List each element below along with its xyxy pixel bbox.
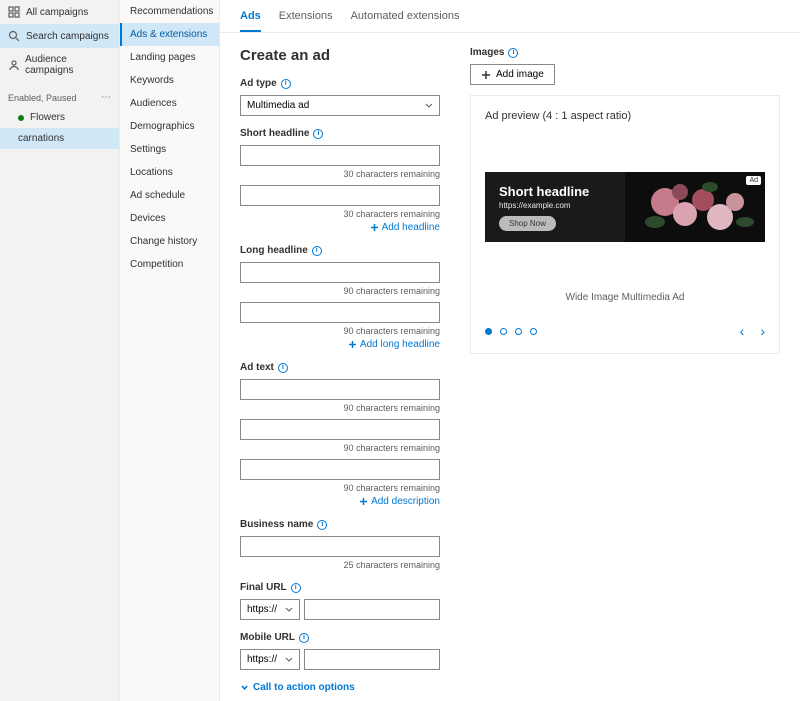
char-remaining: 90 characters remaining xyxy=(240,286,440,296)
preview-caption: Wide Image Multimedia Ad xyxy=(485,292,765,303)
search-icon xyxy=(8,30,20,42)
campaign-flowers[interactable]: Flowers xyxy=(0,107,119,128)
ad-text-label: Ad text xyxy=(240,362,274,373)
mobile-url-input[interactable] xyxy=(304,649,440,670)
business-name-input[interactable] xyxy=(240,536,440,557)
ad-text-input-2[interactable] xyxy=(240,419,440,440)
nav2-change-history[interactable]: Change history xyxy=(120,230,219,253)
nav2-recommendations[interactable]: Recommendations xyxy=(120,0,219,23)
ad-preview-box: Ad preview (4 : 1 aspect ratio) Short he… xyxy=(470,95,780,354)
chevron-down-icon xyxy=(240,683,249,692)
adgroup-label: carnations xyxy=(18,133,64,144)
more-icon[interactable]: ⋯ xyxy=(101,92,111,103)
long-headline-label: Long headline xyxy=(240,245,308,256)
char-remaining: 90 characters remaining xyxy=(240,443,440,453)
add-long-headline-link[interactable]: Add long headline xyxy=(240,339,440,350)
mobile-url-label: Mobile URL xyxy=(240,632,295,643)
nav2-locations[interactable]: Locations xyxy=(120,161,219,184)
plus-icon xyxy=(348,340,357,349)
nav2-competition[interactable]: Competition xyxy=(120,253,219,276)
nav2-demographics[interactable]: Demographics xyxy=(120,115,219,138)
images-label: Images xyxy=(470,47,504,58)
grid-icon xyxy=(8,6,20,18)
short-headline-input-1[interactable] xyxy=(240,145,440,166)
info-icon[interactable]: i xyxy=(281,79,291,89)
long-headline-input-2[interactable] xyxy=(240,302,440,323)
short-headline-label: Short headline xyxy=(240,128,309,139)
char-remaining: 30 characters remaining xyxy=(240,209,440,219)
preview-cta-button: Shop Now xyxy=(499,216,556,231)
audience-icon xyxy=(8,59,19,71)
plus-icon xyxy=(359,497,368,506)
add-image-button[interactable]: Add image xyxy=(470,64,555,85)
flower-image xyxy=(625,172,765,242)
nav2-landing-pages[interactable]: Landing pages xyxy=(120,46,219,69)
business-name-label: Business name xyxy=(240,519,313,530)
add-description-link[interactable]: Add description xyxy=(240,496,440,507)
preview-headline: Short headline xyxy=(499,184,589,199)
tab-automated-extensions[interactable]: Automated extensions xyxy=(351,10,460,32)
protocol-select[interactable]: https:// xyxy=(240,649,300,670)
plus-icon xyxy=(370,223,379,232)
info-icon[interactable]: i xyxy=(291,583,301,593)
status-enabled-icon xyxy=(18,115,24,121)
pager-dots[interactable] xyxy=(485,328,537,335)
nav-label: All campaigns xyxy=(26,7,88,18)
nav2-settings[interactable]: Settings xyxy=(120,138,219,161)
final-url-input[interactable] xyxy=(304,599,440,620)
pager-dot[interactable] xyxy=(515,328,522,335)
nav2-audiences[interactable]: Audiences xyxy=(120,92,219,115)
char-remaining: 90 characters remaining xyxy=(240,326,440,336)
pager-dot[interactable] xyxy=(500,328,507,335)
ad-text-input-3[interactable] xyxy=(240,459,440,480)
prev-button[interactable]: ‹ xyxy=(740,323,745,339)
info-icon[interactable]: i xyxy=(508,48,518,58)
add-headline-link[interactable]: Add headline xyxy=(240,222,440,233)
nav-label: Audience campaigns xyxy=(25,54,111,76)
nav-search-campaigns[interactable]: Search campaigns xyxy=(0,24,119,48)
short-headline-input-2[interactable] xyxy=(240,185,440,206)
ad-type-select[interactable]: Multimedia ad xyxy=(240,95,440,116)
cta-options-toggle[interactable]: Call to action options xyxy=(240,682,440,693)
info-icon[interactable]: i xyxy=(312,246,322,256)
nav-label: Search campaigns xyxy=(26,31,109,42)
plus-icon xyxy=(481,70,491,80)
next-button[interactable]: › xyxy=(760,323,765,339)
pager-dot[interactable] xyxy=(530,328,537,335)
info-icon[interactable]: i xyxy=(278,363,288,373)
ad-text-input-1[interactable] xyxy=(240,379,440,400)
info-icon[interactable]: i xyxy=(317,520,327,530)
preview-url: https://example.com xyxy=(499,201,589,210)
page-title: Create an ad xyxy=(240,47,440,64)
info-icon[interactable]: i xyxy=(313,129,323,139)
tab-extensions[interactable]: Extensions xyxy=(279,10,333,32)
nav-audience-campaigns[interactable]: Audience campaigns xyxy=(0,48,119,82)
char-remaining: 25 characters remaining xyxy=(240,560,440,570)
preview-title: Ad preview (4 : 1 aspect ratio) xyxy=(485,110,765,122)
status-filter-label: Enabled, Paused ⋯ xyxy=(8,92,111,103)
char-remaining: 30 characters remaining xyxy=(240,169,440,179)
ad-badge: Ad xyxy=(746,176,761,185)
final-url-label: Final URL xyxy=(240,582,287,593)
nav2-ad-schedule[interactable]: Ad schedule xyxy=(120,184,219,207)
nav2-ads-extensions[interactable]: Ads & extensions xyxy=(120,23,219,46)
ad-type-label: Ad type xyxy=(240,78,277,89)
info-icon[interactable]: i xyxy=(299,633,309,643)
tab-ads[interactable]: Ads xyxy=(240,10,261,32)
adgroup-carnations[interactable]: carnations xyxy=(0,128,119,149)
ad-preview-banner: Short headline https://example.com Shop … xyxy=(485,172,765,242)
nav2-devices[interactable]: Devices xyxy=(120,207,219,230)
nav-all-campaigns[interactable]: All campaigns xyxy=(0,0,119,24)
pager-dot[interactable] xyxy=(485,328,492,335)
protocol-select[interactable]: https:// xyxy=(240,599,300,620)
long-headline-input-1[interactable] xyxy=(240,262,440,283)
nav2-keywords[interactable]: Keywords xyxy=(120,69,219,92)
char-remaining: 90 characters remaining xyxy=(240,483,440,493)
char-remaining: 90 characters remaining xyxy=(240,403,440,413)
campaign-label: Flowers xyxy=(30,112,65,123)
